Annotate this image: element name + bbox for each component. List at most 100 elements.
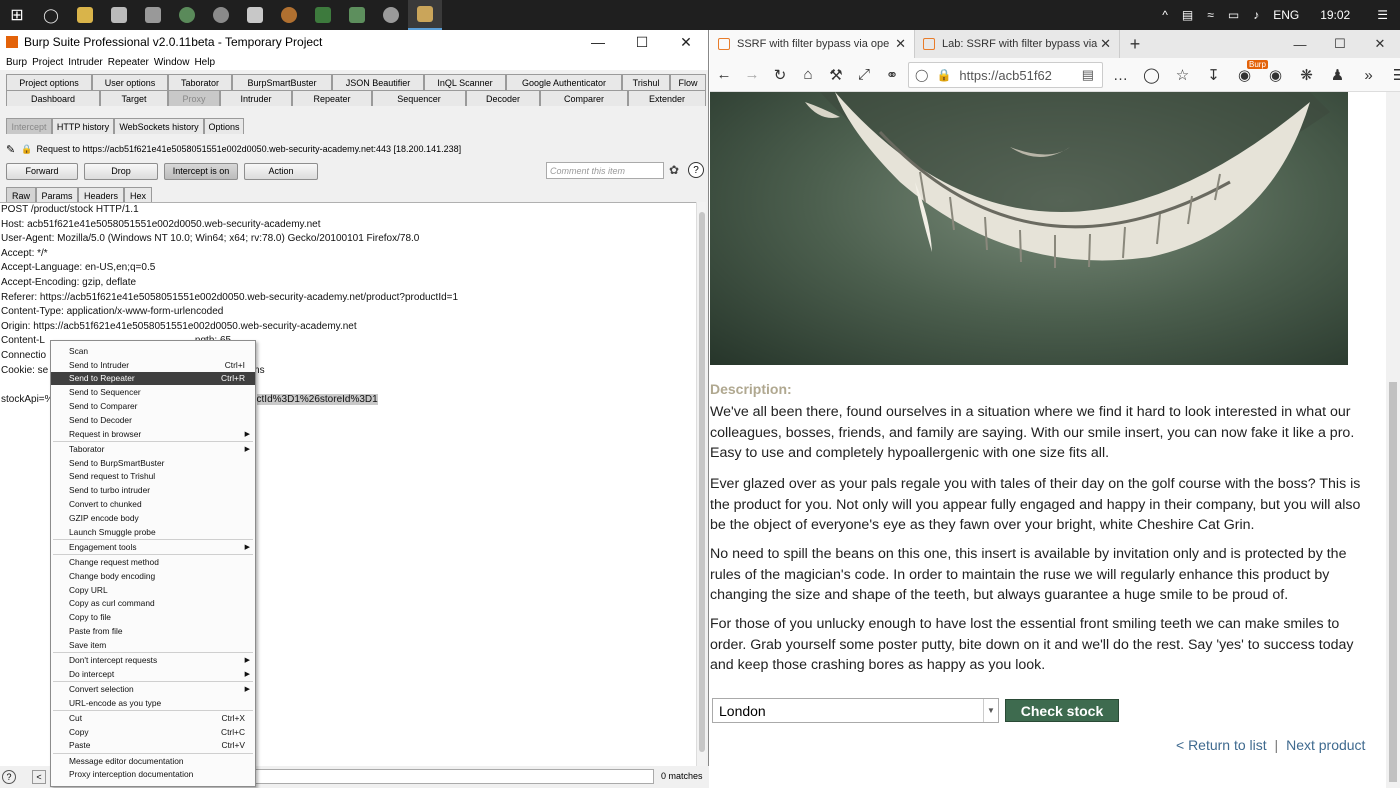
tab-burpsmartbuster[interactable]: BurpSmartBuster (232, 74, 332, 90)
editor-tab-params[interactable]: Params (36, 187, 78, 203)
network-icon[interactable]: ▤ (1182, 8, 1193, 22)
context-menu-item[interactable]: Paste from file (51, 624, 255, 638)
intercept-toggle-button[interactable]: Intercept is on (164, 162, 238, 180)
context-menu-item[interactable]: Copy to file (51, 610, 255, 624)
help-icon[interactable]: ? (688, 162, 704, 178)
editor-tab-hex[interactable]: Hex (124, 187, 152, 203)
request-line[interactable]: Referer: https://acb51f621e41e5058051551… (0, 291, 696, 306)
minimize-icon[interactable]: — (1280, 30, 1320, 58)
menu-project[interactable]: Project (32, 57, 63, 68)
context-menu-item[interactable]: Convert to chunked (51, 497, 255, 511)
burp-extension-badge[interactable]: Burp (1247, 60, 1268, 69)
home-icon[interactable]: ⌂ (794, 66, 822, 83)
context-menu-item[interactable]: Copy as curl command (51, 596, 255, 610)
search-icon[interactable]: ◯ (34, 0, 68, 30)
comment-input[interactable]: Comment this item (546, 162, 664, 179)
tab-comparer[interactable]: Comparer (540, 90, 628, 106)
context-menu-item[interactable]: Send to Decoder (51, 413, 255, 427)
tab-repeater[interactable]: Repeater (292, 90, 372, 106)
tab-sequencer[interactable]: Sequencer (372, 90, 466, 106)
subtab-options[interactable]: Options (204, 118, 244, 134)
request-line[interactable]: Content-Type: application/x-www-form-url… (0, 305, 696, 320)
context-menu-item[interactable]: Launch Smuggle probe (51, 525, 255, 539)
tab-google-authenticator[interactable]: Google Authenticator (506, 74, 622, 90)
overflow-menu-icon[interactable]: » (1353, 67, 1384, 84)
context-menu-item[interactable]: Save item (51, 638, 255, 652)
firefox-icon[interactable] (272, 0, 306, 30)
green-app-icon[interactable] (306, 0, 340, 30)
reload-icon[interactable]: ↻ (766, 66, 794, 84)
burp-taskbar-icon[interactable] (408, 0, 442, 30)
hamburger-menu-icon[interactable]: ☰ (1384, 66, 1400, 84)
menu-repeater[interactable]: Repeater (108, 57, 149, 68)
downloads-icon[interactable]: ↧ (1198, 66, 1229, 84)
mail-icon[interactable] (136, 0, 170, 30)
maximize-icon[interactable]: ☐ (620, 30, 664, 54)
tab-project-options[interactable]: Project options (6, 74, 92, 90)
new-tab-icon[interactable]: + (1120, 34, 1150, 55)
help-icon[interactable]: ? (2, 770, 16, 784)
tab-decoder[interactable]: Decoder (466, 90, 540, 106)
request-line[interactable]: User-Agent: Mozilla/5.0 (Windows NT 10.0… (0, 232, 696, 247)
page-actions-icon[interactable]: … (1105, 67, 1136, 84)
tab-intruder[interactable]: Intruder (220, 90, 292, 106)
volume-icon[interactable]: ♪ (1253, 8, 1259, 22)
request-line[interactable]: Host: acb51f621e41e5058051551e002d0050.w… (0, 218, 696, 233)
subtab-websockets-history[interactable]: WebSockets history (114, 118, 204, 134)
context-menu-item[interactable]: Send to Sequencer (51, 385, 255, 399)
shield-icon[interactable]: ◯ (915, 68, 928, 82)
context-menu-item[interactable]: Change request method (51, 555, 255, 569)
context-menu-item[interactable]: Taborator ▶ (51, 442, 255, 456)
highlight-icon[interactable]: ✿ (669, 163, 679, 177)
close-icon[interactable]: ✕ (1360, 30, 1400, 58)
context-menu-item[interactable]: Send to turbo intruder (51, 483, 255, 497)
close-icon[interactable]: ✕ (664, 30, 708, 54)
editor-tab-headers[interactable]: Headers (78, 187, 124, 203)
tab-user-options[interactable]: User options (92, 74, 168, 90)
menu-burp[interactable]: Burp (6, 57, 27, 68)
forward-button[interactable]: Forward (6, 162, 78, 180)
menu-help[interactable]: Help (194, 57, 215, 68)
tab-trishul[interactable]: Trishul (622, 74, 670, 90)
previous-match-button[interactable]: < (32, 770, 46, 784)
edge-icon[interactable] (170, 0, 204, 30)
context-menu-item[interactable]: Send to Comparer (51, 399, 255, 413)
extension-icon[interactable]: ♟ (1322, 66, 1353, 84)
subtab-http-history[interactable]: HTTP history (52, 118, 114, 134)
browser-tab[interactable]: SSRF with filter bypass via ope ✕ (710, 30, 915, 58)
minimize-icon[interactable]: — (576, 30, 620, 54)
action-button[interactable]: Action (244, 162, 318, 180)
context-menu-item[interactable]: Don't intercept requests ▶ (51, 653, 255, 667)
bookmark-star-icon[interactable]: ☆ (1167, 66, 1198, 84)
context-menu-item[interactable]: Request in browser ▶ (51, 427, 255, 441)
clock[interactable]: 19:02 (1320, 8, 1350, 22)
context-menu-item[interactable]: Change body encoding (51, 569, 255, 583)
tab-proxy[interactable]: Proxy (168, 90, 220, 106)
context-menu-item[interactable]: Paste Ctrl+V (51, 739, 255, 753)
tab-dashboard[interactable]: Dashboard (6, 90, 100, 106)
request-line[interactable]: Origin: https://acb51f621e41e5058051551e… (0, 320, 696, 335)
close-tab-icon[interactable]: ✕ (895, 36, 906, 52)
context-menu-item[interactable]: Send to Intruder Ctrl+I (51, 358, 255, 372)
reader-view-icon[interactable]: ▤ (1082, 67, 1094, 83)
context-menu-item[interactable]: Message editor documentation (51, 754, 255, 768)
maximize-icon[interactable]: ☐ (1320, 30, 1360, 58)
extension-icon[interactable]: ❋ (1291, 66, 1322, 84)
next-product-link[interactable]: Next product (1286, 737, 1365, 753)
tab-extender[interactable]: Extender (628, 90, 706, 106)
wifi-icon[interactable]: ≈ (1207, 8, 1214, 22)
page-scrollbar[interactable] (1386, 92, 1400, 788)
editor-tab-raw[interactable]: Raw (6, 187, 36, 203)
browser-tab[interactable]: Lab: SSRF with filter bypass via ✕ (915, 30, 1120, 58)
context-menu-item[interactable]: GZIP encode body (51, 511, 255, 525)
menu-window[interactable]: Window (154, 57, 190, 68)
context-menu-item[interactable]: Cut Ctrl+X (51, 711, 255, 725)
context-menu-item[interactable]: Copy Ctrl+C (51, 725, 255, 739)
context-menu-item[interactable]: Send to BurpSmartBuster (51, 456, 255, 470)
editor-scrollbar[interactable] (696, 202, 706, 766)
context-menu-item[interactable]: Convert selection ▶ (51, 682, 255, 696)
lock-icon[interactable]: 🔒 (936, 68, 951, 82)
file-explorer-icon[interactable] (68, 0, 102, 30)
url-bar[interactable]: ◯ 🔒 https://acb51f62 ▤ (908, 62, 1103, 88)
vpn-app-icon[interactable] (340, 0, 374, 30)
